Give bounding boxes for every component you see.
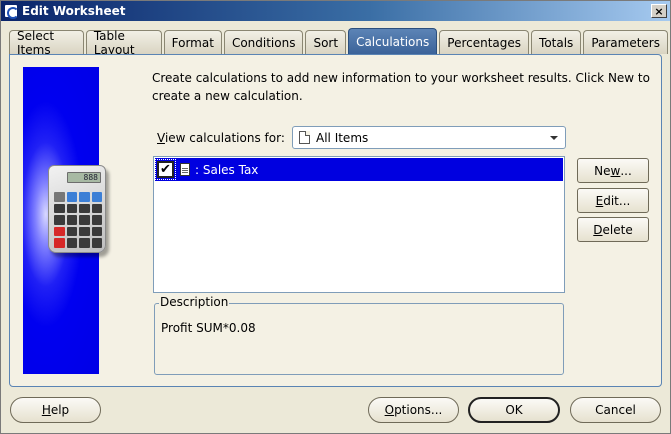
view-calculations-label: View calculations for: (157, 131, 285, 145)
view-calculations-select[interactable]: All Items (292, 126, 566, 149)
tab-totals[interactable]: Totals (531, 30, 582, 54)
cancel-button[interactable]: Cancel (570, 397, 661, 423)
title-bar: Edit Worksheet × (1, 1, 670, 21)
calculator-keys (54, 192, 102, 248)
view-calculations-value: All Items (316, 130, 369, 145)
calculations-panel: 888 Create calculations to add new infor… (9, 54, 662, 387)
description-group: Description Profit SUM*0.08 (154, 295, 564, 375)
calculation-doc-icon (180, 163, 190, 176)
window-title: Edit Worksheet (22, 4, 126, 18)
calculation-checkbox[interactable]: ✔ (155, 159, 176, 180)
tab-sort[interactable]: Sort (305, 30, 347, 54)
new-button[interactable]: Ne w... (577, 158, 649, 183)
delete-button[interactable]: Delete (577, 217, 649, 242)
edit-button[interactable]: Edit... (577, 188, 649, 213)
list-item[interactable]: ✔ : Sales Tax (155, 158, 563, 181)
calculation-label: : Sales Tax (195, 162, 259, 177)
tab-parameters[interactable]: Parameters (583, 30, 668, 54)
tab-table-layout[interactable]: Table Layout (85, 29, 162, 57)
tab-conditions[interactable]: Conditions (223, 30, 304, 54)
description-legend: Description (159, 295, 230, 309)
calculator-icon: 888 (48, 165, 106, 253)
options-button[interactable]: Options... (368, 397, 459, 423)
tab-percentages[interactable]: Percentages (439, 30, 530, 54)
close-button[interactable]: × (651, 4, 667, 18)
chevron-down-icon[interactable] (550, 135, 558, 140)
ok-button[interactable]: OK (468, 397, 560, 423)
description-text: Profit SUM*0.08 (161, 321, 256, 335)
tab-strip: Select Items Table Layout Format Conditi… (9, 28, 670, 57)
app-icon (4, 4, 19, 19)
document-icon (299, 131, 310, 144)
tab-format[interactable]: Format (163, 30, 222, 54)
intro-text: Create calculations to add new informati… (152, 71, 650, 103)
calculator-display: 888 (67, 172, 101, 183)
tab-calculations[interactable]: Calculations (348, 28, 438, 54)
calculations-list[interactable]: ✔ : Sales Tax (153, 156, 565, 293)
edit-worksheet-dialog: Edit Worksheet × Select Items Table Layo… (0, 0, 671, 434)
help-button[interactable]: Help (10, 397, 101, 423)
tab-select-items[interactable]: Select Items (9, 29, 84, 57)
